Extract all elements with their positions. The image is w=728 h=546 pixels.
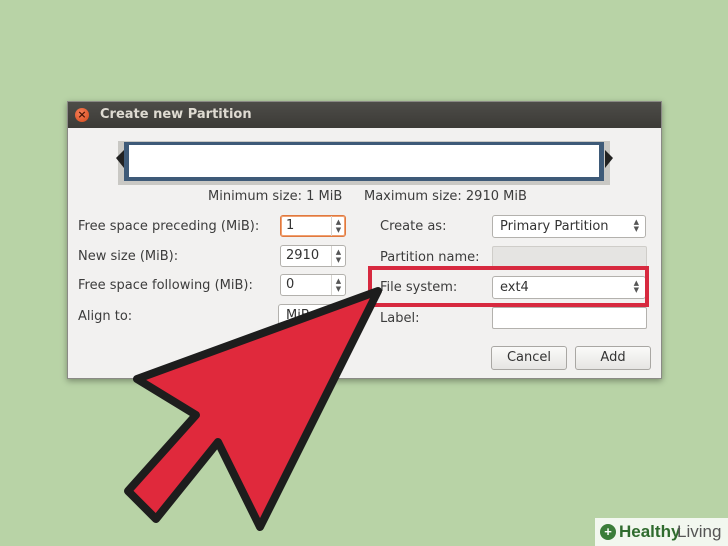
watermark-brand-rest: Living xyxy=(677,522,722,541)
pointer-arrow-icon xyxy=(124,287,382,531)
watermark: + Healthy Living xyxy=(595,518,728,546)
plus-leaf-icon: + xyxy=(600,524,616,540)
pointer-arrow-shape xyxy=(124,287,382,531)
watermark-brand-bold: Healthy xyxy=(619,522,681,541)
